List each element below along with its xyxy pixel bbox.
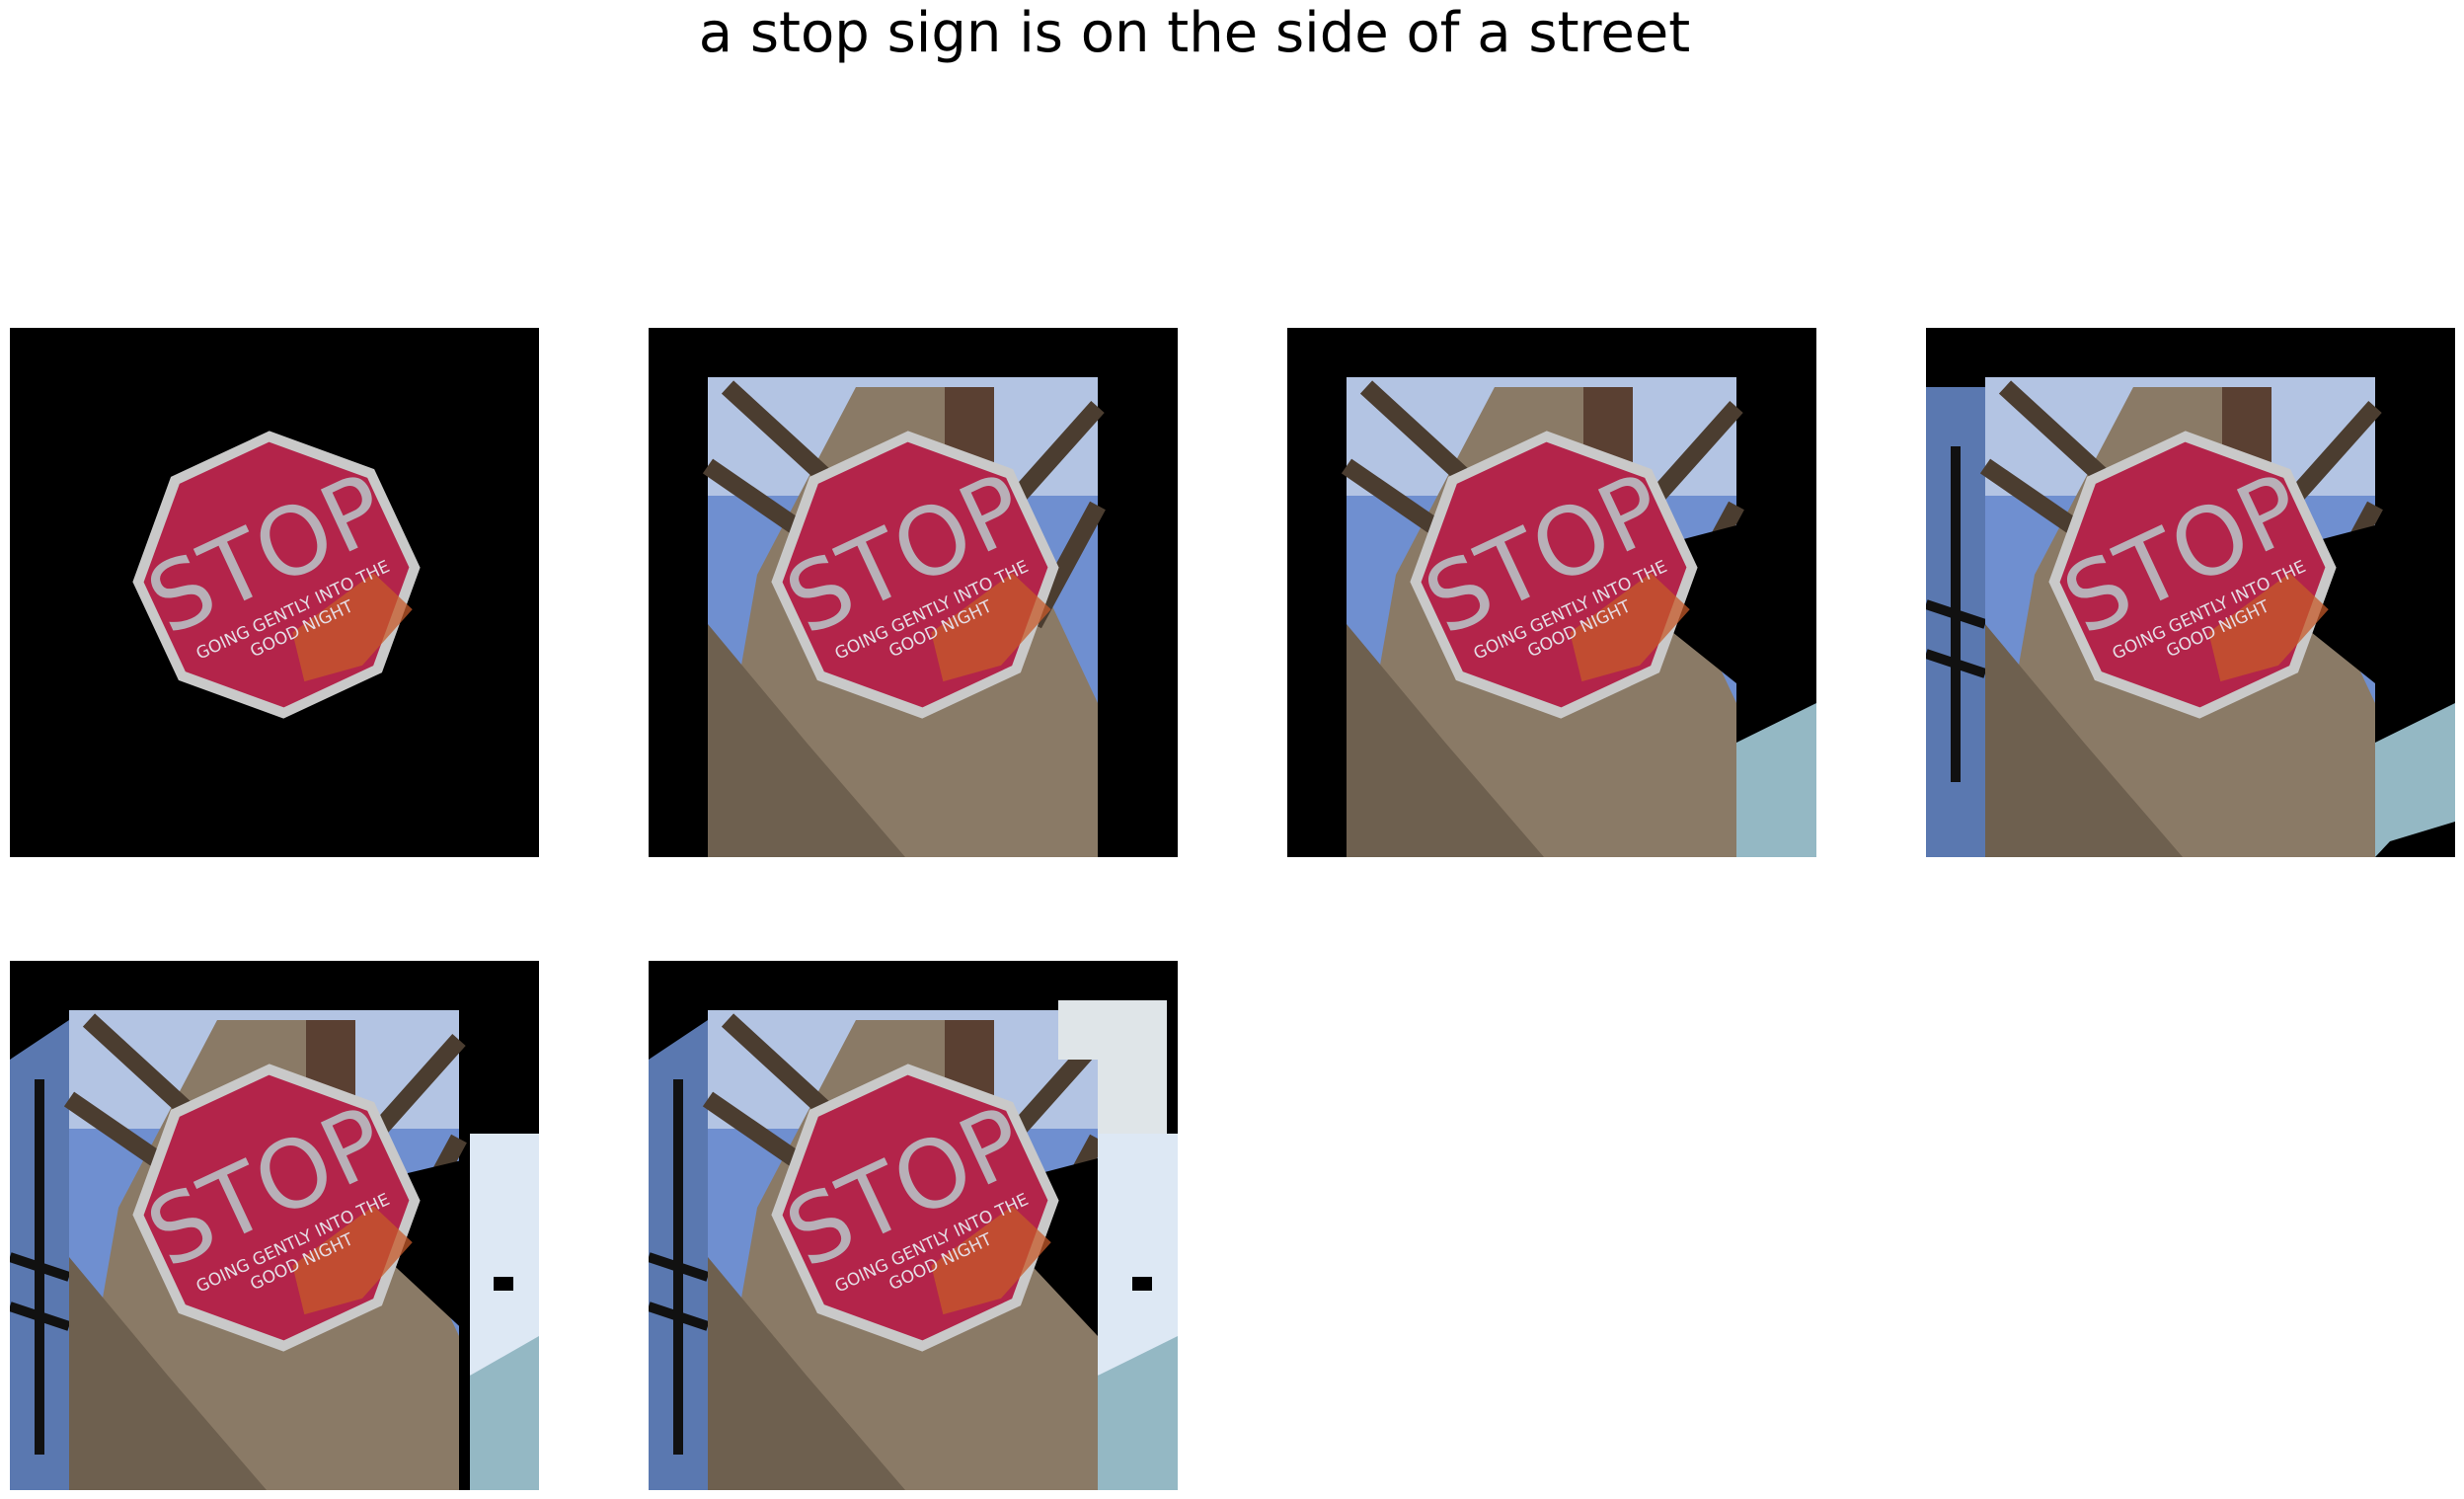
panel-6-image: STOP GOING GENTLY INTO THE GOOD NIGHT	[649, 961, 1178, 1490]
image-panel-1: STOP GOING GENTLY INTO THE GOOD NIGHT	[10, 328, 539, 857]
panel-1-image: STOP GOING GENTLY INTO THE GOOD NIGHT	[10, 328, 539, 857]
panel-4-image: STOP GOING GENTLY INTO THE GOOD NIGHT	[1926, 328, 2455, 857]
panel-5-image: STOP GOING GENTLY INTO THE GOOD NIGHT	[10, 961, 539, 1490]
image-panel-6: STOP GOING GENTLY INTO THE GOOD NIGHT	[649, 961, 1178, 1490]
figure-caption: a stop sign is on the side of a street	[698, 1, 1691, 65]
image-panel-4: STOP GOING GENTLY INTO THE GOOD NIGHT	[1926, 328, 2455, 857]
panel-3-image: STOP GOING GENTLY INTO THE GOOD NIGHT	[1287, 328, 1816, 857]
image-panel-3: STOP GOING GENTLY INTO THE GOOD NIGHT	[1287, 328, 1816, 857]
wire-box	[494, 1277, 513, 1291]
wire-box	[1132, 1277, 1152, 1291]
panel-2-image: STOP GOING GENTLY INTO THE GOOD NIGHT	[649, 328, 1178, 857]
image-panel-2: STOP GOING GENTLY INTO THE GOOD NIGHT	[649, 328, 1178, 857]
image-panel-5: STOP GOING GENTLY INTO THE GOOD NIGHT	[10, 961, 539, 1490]
sky-patch-right	[470, 1134, 539, 1376]
sky-patch-right	[1098, 1134, 1178, 1376]
